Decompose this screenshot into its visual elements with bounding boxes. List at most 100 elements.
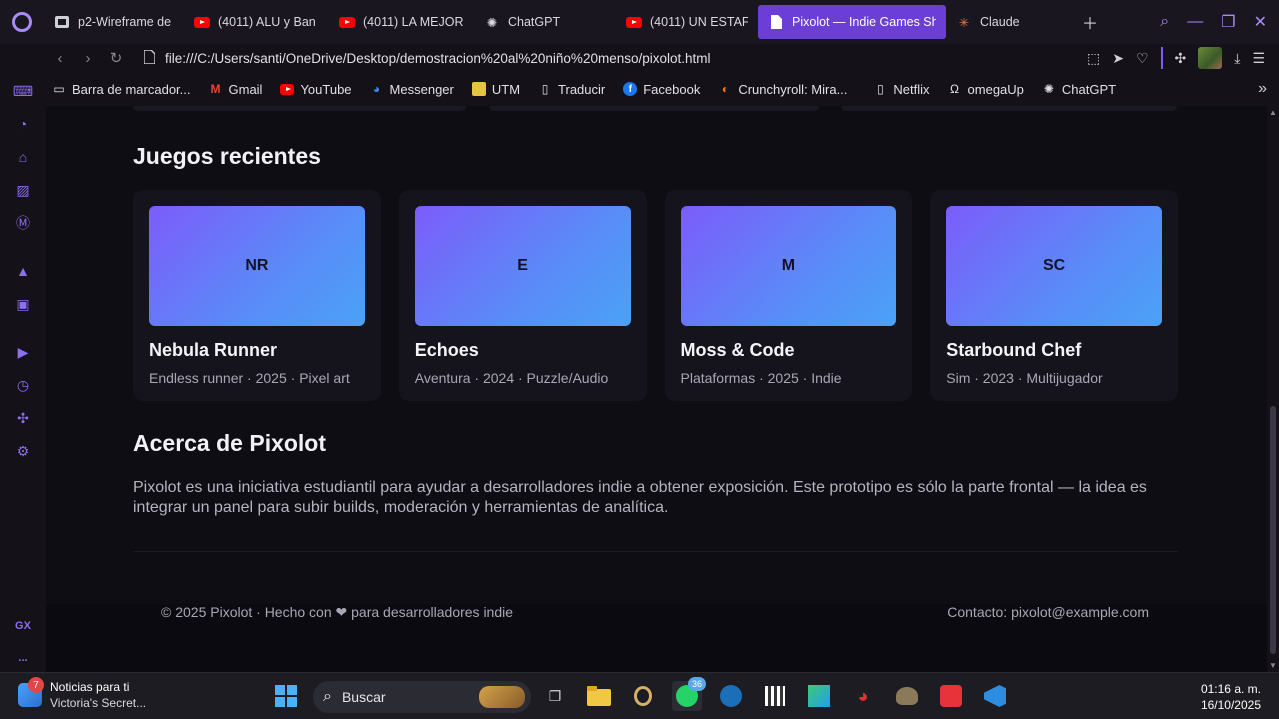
browser-sidebar: ⌨ ◔ ⌂ ▨ Ⓜ ▲ ▣ ▶ ◷ ✣ ⚙ GX ...: [0, 72, 46, 672]
game-card[interactable]: NR Nebula Runner Endless runner · 2025 ·…: [133, 190, 381, 401]
file-explorer-icon[interactable]: [584, 681, 614, 711]
task-view-icon[interactable]: ❐: [540, 681, 570, 711]
twitch-icon[interactable]: ▣: [14, 295, 32, 313]
clock-date: 16/10/2025: [1200, 698, 1261, 712]
settings-icon[interactable]: ⚙: [14, 442, 32, 460]
opera-gx-icon[interactable]: [628, 681, 658, 711]
speedometer-icon[interactable]: ◔: [14, 115, 32, 133]
crunchyroll-icon: ◐: [721, 82, 729, 96]
about-text: Pixolot es una iniciativa estudiantil pa…: [133, 479, 1147, 516]
bookmark-youtube[interactable]: YouTube: [280, 82, 352, 97]
scroll-thumb[interactable]: [1270, 406, 1276, 654]
tab-youtube-estaf[interactable]: (4011) UN ESTAF: [616, 5, 758, 39]
reload-icon[interactable]: ↻: [102, 49, 130, 67]
clock-time: 01:16 a. m.: [1200, 682, 1261, 696]
prev-card-edge: [489, 106, 819, 111]
gx-corner-label[interactable]: GX: [15, 620, 31, 632]
footer-contact[interactable]: Contacto: pixolot@example.com: [947, 604, 1149, 620]
whatsapp-icon[interactable]: 36: [672, 677, 706, 711]
qr-app-icon[interactable]: [760, 681, 790, 711]
page-scrollbar[interactable]: ▲ ▼: [1267, 106, 1279, 672]
search-label: Buscar: [341, 689, 386, 705]
chatgpt-icon: ✺: [486, 15, 498, 30]
heart-icon[interactable]: ♡: [1136, 50, 1149, 67]
page-icon: ▯: [541, 82, 549, 96]
tab-youtube-mejor[interactable]: (4011) LA MEJOR: [329, 5, 474, 39]
bookmark-chatgpt[interactable]: ✺ ChatGPT: [1042, 82, 1116, 97]
whatsapp-badge: 36: [688, 677, 706, 691]
game-meta: Aventura · 2024 · Puzzle/Audio: [414, 370, 609, 386]
maximize-icon[interactable]: ❐: [1221, 12, 1235, 32]
bookmark-omegaup[interactable]: ΩomegaUp: [948, 82, 1024, 97]
scroll-down-icon[interactable]: ▼: [1267, 661, 1279, 670]
minimize-icon[interactable]: —: [1187, 13, 1203, 31]
drive-icon: [54, 14, 70, 30]
page-footer: © 2025 Pixolot · Hecho con ❤ para desarr…: [46, 604, 1267, 672]
system-clock[interactable]: 01:16 a. m. 16/10/2025: [1201, 681, 1261, 713]
news-widget[interactable]: 7 Noticias para ti Victoria's Secret...: [18, 677, 146, 711]
tab-chatgpt[interactable]: ✺ ChatGPT: [474, 5, 616, 39]
youtube-icon: [194, 14, 210, 30]
divider: [1160, 47, 1163, 69]
wps-icon[interactable]: [936, 681, 966, 711]
opera-gx-logo-button[interactable]: [0, 0, 44, 44]
send-icon[interactable]: ➤: [1112, 50, 1124, 67]
history-icon[interactable]: ◷: [14, 376, 32, 394]
snapshot-icon[interactable]: ⬚: [1087, 50, 1100, 67]
taskbar-search[interactable]: ⌕ Buscar: [313, 681, 531, 713]
gimp-icon[interactable]: [892, 681, 922, 711]
bookmark-traducir[interactable]: ▯ Traducir: [538, 82, 606, 97]
news-badge: 7: [28, 677, 44, 693]
bookmark-crunchyroll[interactable]: ◐ Crunchyroll: Mira...: [718, 82, 848, 97]
mosaic-app-icon[interactable]: [804, 681, 834, 711]
extensions-icon[interactable]: ✣: [1175, 50, 1187, 67]
bookmark-facebook[interactable]: f Facebook: [623, 82, 700, 97]
tab-wireframe[interactable]: p2-Wireframe de: [44, 5, 184, 39]
red-app-icon[interactable]: ◕: [848, 681, 878, 711]
vscode-icon[interactable]: [980, 681, 1010, 711]
game-meta: Endless runner · 2025 · Pixel art: [149, 370, 350, 386]
download-icon[interactable]: ⤓: [1234, 50, 1240, 67]
game-thumbnail: E: [414, 206, 631, 326]
footer-copyright: © 2025 Pixolot · Hecho con ❤ para desarr…: [161, 604, 514, 620]
bookmark-gmail[interactable]: M Gmail: [209, 82, 263, 97]
recent-games-grid: NR Nebula Runner Endless runner · 2025 ·…: [133, 190, 1178, 401]
tab-youtube-alu[interactable]: (4011) ALU y Ban: [184, 5, 329, 39]
game-card[interactable]: E Echoes Aventura · 2024 · Puzzle/Audio: [398, 190, 647, 401]
tab-claude[interactable]: ✳ Claude: [946, 5, 1076, 39]
back-icon[interactable]: ‹: [46, 50, 74, 67]
menu-icon[interactable]: ☰: [1252, 50, 1265, 67]
windows-start-icon[interactable]: [275, 685, 297, 707]
broom-icon[interactable]: ⌂: [14, 148, 32, 166]
address-bar: ‹ › ↻ file:///C:/Users/santi/OneDrive/De…: [0, 44, 1279, 72]
forward-icon[interactable]: ›: [74, 50, 102, 67]
opera-logo-icon: [12, 12, 32, 32]
bookmark-utm[interactable]: UTM: [471, 82, 520, 97]
taskbar-apps: ❐ 36 ◕: [540, 677, 1010, 711]
messenger-m-icon[interactable]: Ⓜ: [14, 214, 32, 232]
profile-avatar[interactable]: [1198, 47, 1223, 69]
search-highlight-image: [479, 686, 525, 708]
aria-icon[interactable]: ▲: [14, 262, 32, 280]
player-icon[interactable]: ▶: [14, 343, 32, 361]
bookmark-netflix[interactable]: ▯ Netflix: [873, 82, 929, 97]
close-icon[interactable]: ✕: [1254, 12, 1267, 32]
about-title: Acerca de Pixolot: [133, 430, 327, 456]
chevron-double-right-icon[interactable]: »: [1258, 80, 1279, 98]
game-card[interactable]: M Moss & Code Plataformas · 2025 · Indie: [664, 190, 913, 401]
prev-card-edge: [841, 106, 1177, 111]
url-field[interactable]: file:///C:/Users/santi/OneDrive/Desktop/…: [143, 48, 711, 67]
more-icon[interactable]: ...: [18, 652, 27, 664]
bookmark-folder[interactable]: ▭ Barra de marcador...: [52, 82, 190, 97]
wallpaper-icon[interactable]: ▨: [14, 181, 32, 199]
scroll-up-icon[interactable]: ▲: [1267, 108, 1279, 117]
bookmark-messenger[interactable]: ◕ Messenger: [370, 82, 454, 97]
game-card[interactable]: SC Starbound Chef Sim · 2023 · Multijuga…: [930, 190, 1178, 401]
new-tab-button[interactable]: ＋: [1076, 5, 1106, 39]
extensions-icon[interactable]: ✣: [14, 409, 32, 427]
tab-pixolot[interactable]: Pixolot — Indie Games Sh: [758, 5, 946, 39]
game-meta: Sim · 2023 · Multijugador: [946, 370, 1103, 386]
search-tabs-icon[interactable]: ⌕: [1160, 13, 1169, 31]
steam-icon[interactable]: [716, 681, 746, 711]
gamepad-icon[interactable]: ⌨: [13, 82, 33, 100]
